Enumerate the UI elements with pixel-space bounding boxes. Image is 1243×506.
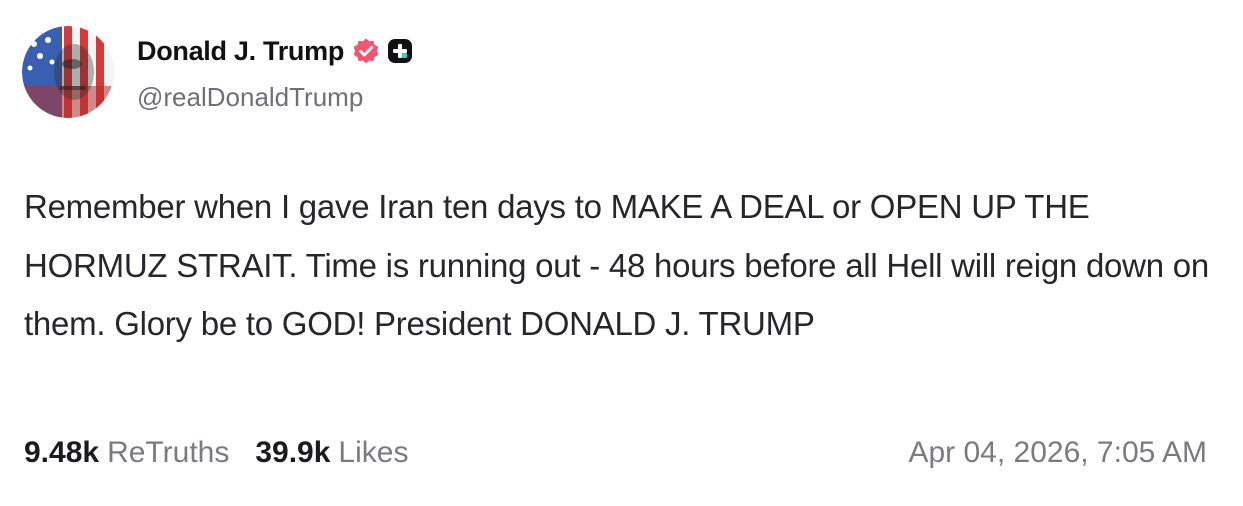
author-handle[interactable]: @realDonaldTrump: [137, 82, 363, 113]
likes-label: Likes: [338, 436, 409, 469]
likes-count[interactable]: 39.9k Likes: [255, 436, 408, 470]
post-stats: 9.48k ReTruths 39.9k Likes: [24, 431, 408, 475]
likes-value: 39.9k: [255, 436, 331, 469]
retruths-count[interactable]: 9.48k ReTruths: [24, 436, 229, 470]
post-timestamp[interactable]: Apr 04, 2026, 7:05 AM: [908, 431, 1207, 475]
author-row: Donald J. Trump: [137, 33, 413, 69]
truth-post: Donald J. Trump @realDonaldTrump Remembe…: [0, 0, 1243, 506]
post-body-text: Remember when I gave Iran ten days to MA…: [24, 188, 1209, 342]
verified-badge-icon: [352, 37, 380, 65]
avatar-flag-portrait-icon: [22, 26, 114, 118]
retruths-label: ReTruths: [107, 436, 230, 469]
plus-badge-icon: [387, 38, 413, 64]
retruths-value: 9.48k: [24, 436, 100, 469]
display-name[interactable]: Donald J. Trump: [137, 36, 344, 67]
avatar[interactable]: [22, 26, 114, 118]
